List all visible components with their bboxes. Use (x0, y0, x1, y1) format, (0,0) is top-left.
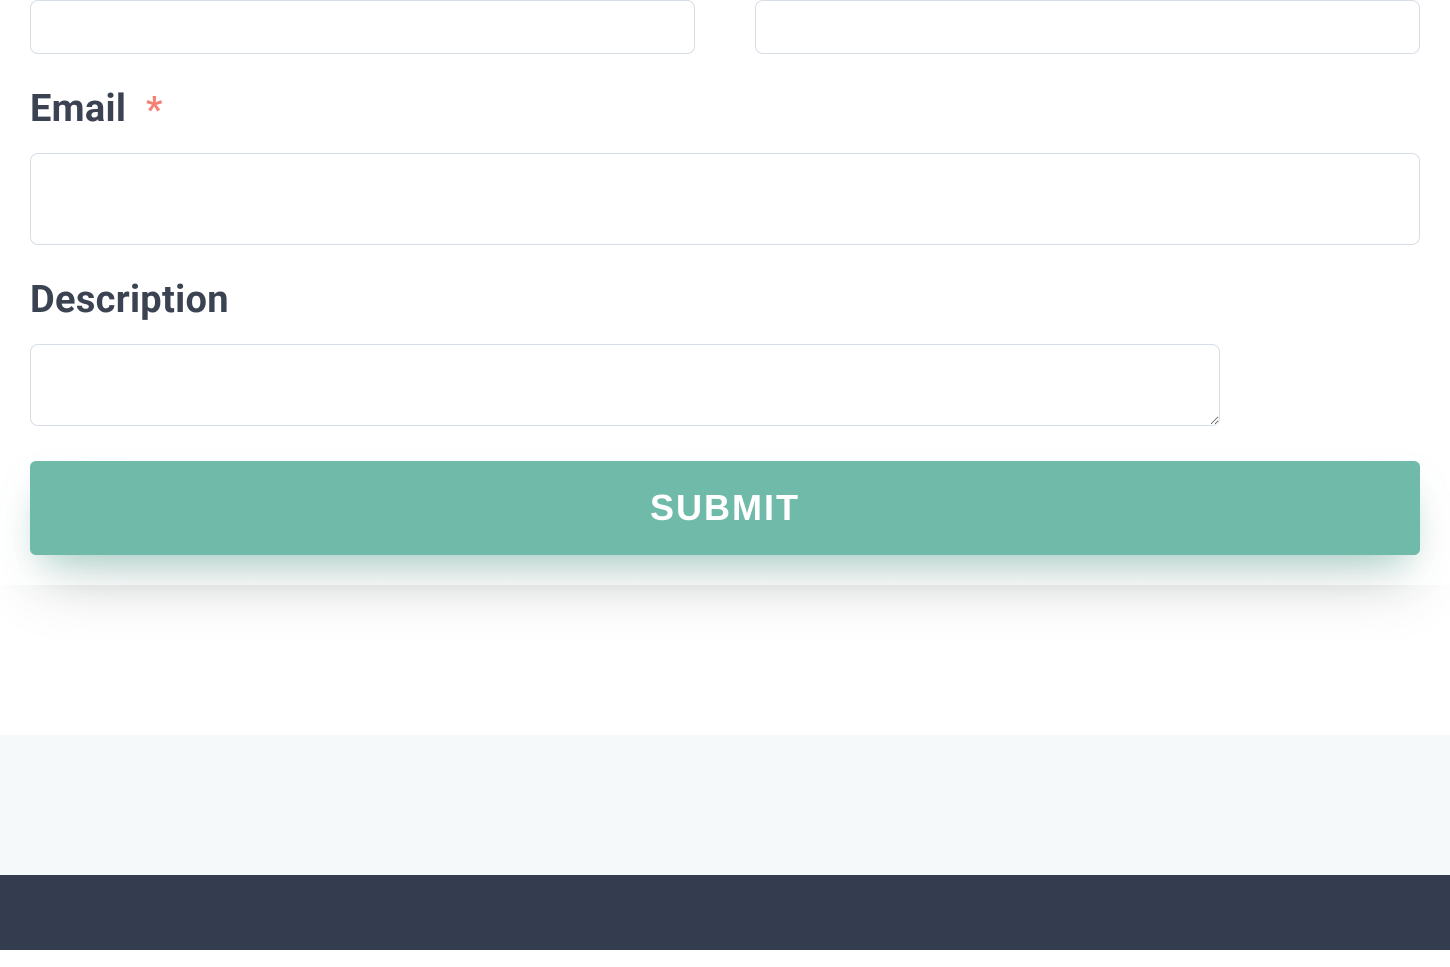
submit-button[interactable]: SUBMIT (30, 461, 1420, 555)
description-label-text: Description (30, 278, 229, 322)
spacer (0, 585, 1450, 735)
text-input-left[interactable] (30, 0, 695, 54)
dark-footer-strip (0, 875, 1450, 950)
contact-form: Email * Description SUBMIT (0, 0, 1450, 585)
text-input-right[interactable] (755, 0, 1420, 54)
email-input[interactable] (30, 153, 1420, 245)
required-asterisk-icon: * (146, 89, 163, 131)
description-field-block: Description (30, 280, 1420, 426)
email-label: Email * (30, 89, 1420, 131)
description-label: Description (30, 280, 1420, 322)
email-field-block: Email * (30, 89, 1420, 245)
light-footer-strip (0, 735, 1450, 875)
top-input-row (30, 0, 1420, 54)
description-textarea[interactable] (30, 344, 1220, 426)
email-label-text: Email (30, 87, 126, 131)
